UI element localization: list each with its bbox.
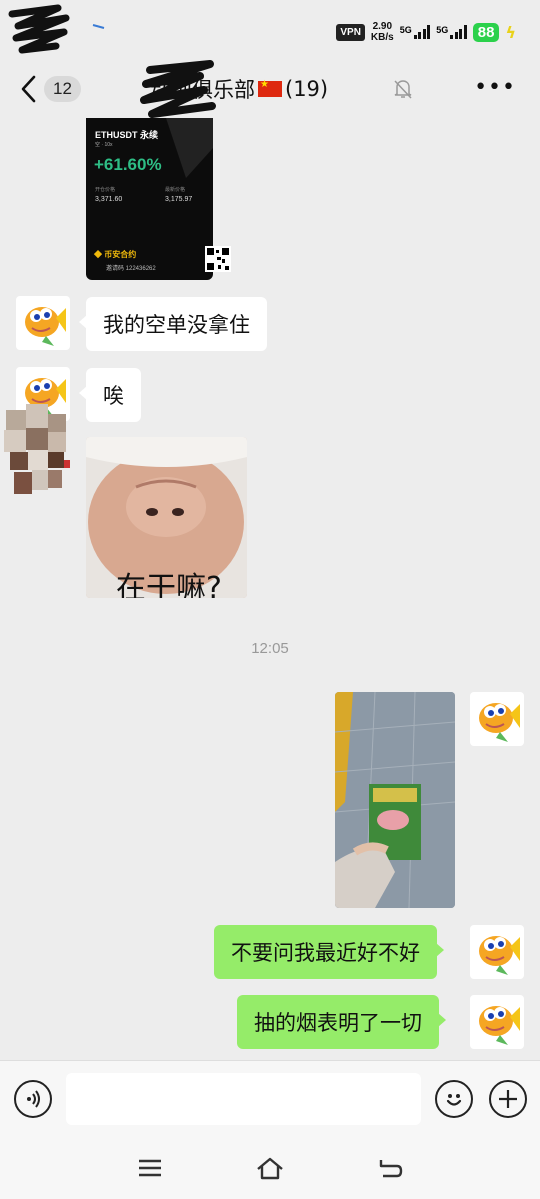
- speed-value: 2.90: [372, 21, 393, 32]
- network-speed: 2.90 KB/s: [371, 21, 394, 43]
- redaction-scribble: [8, 4, 70, 54]
- cigarette-pack-photo: [335, 692, 455, 908]
- my-avatar[interactable]: [470, 925, 524, 979]
- meme-sticker-image[interactable]: 在干嘛?: [86, 437, 247, 598]
- speed-unit: KB/s: [370, 32, 394, 43]
- brand-name: 币安合约: [104, 250, 137, 259]
- plus-icon: [499, 1090, 517, 1108]
- unread-count-badge: 12: [44, 76, 81, 102]
- message-timestamp: 12:05: [251, 640, 289, 657]
- referral-code: 邀请码 122436262: [106, 266, 156, 272]
- chevron-left-icon: [21, 75, 36, 103]
- back-button[interactable]: 12: [18, 74, 81, 104]
- signal-bars-icon: [450, 25, 467, 39]
- card-decoration: [166, 118, 213, 178]
- message-bubble-incoming[interactable]: 我的空单没拿住: [79, 297, 267, 351]
- sent-photo[interactable]: [335, 692, 455, 908]
- message-input[interactable]: [66, 1073, 421, 1125]
- meme-caption: 在干嘛?: [116, 571, 222, 598]
- pixelated-avatar-redaction: [4, 404, 70, 494]
- qr-code-icon: [205, 246, 231, 272]
- fish-avatar-icon: [479, 703, 520, 742]
- trade-pair: ETHUSDT 永续: [95, 130, 159, 140]
- message-text: 不要问我最近好不好: [231, 941, 420, 965]
- battery-level: 88: [472, 22, 500, 42]
- signal-2: 5G: [436, 25, 467, 39]
- message-bubble-incoming[interactable]: 唉: [79, 368, 141, 422]
- member-count: (19): [285, 77, 329, 101]
- trade-side: 空 · 10x: [95, 142, 113, 148]
- network-type-2: 5G: [436, 25, 449, 35]
- vpn-badge: VPN: [336, 23, 365, 41]
- fish-avatar-icon: [25, 307, 66, 346]
- mute-bell-icon: [394, 80, 412, 99]
- voice-button[interactable]: [14, 1080, 52, 1118]
- chat-screen: VPN 2.90KB/s 5G 5G 88 ϟ 12 动创俱乐部 (19): [0, 0, 540, 1199]
- network-type-1: 5G: [399, 25, 412, 35]
- last-price: 3,175.97: [165, 196, 193, 203]
- plus-button[interactable]: [489, 1080, 527, 1118]
- redaction-mark: [92, 24, 105, 29]
- trade-pnl: +61.60%: [94, 155, 162, 174]
- back-nav-icon[interactable]: [375, 1154, 405, 1182]
- home-nav-icon[interactable]: [255, 1154, 285, 1182]
- message-text: 唉: [103, 384, 124, 408]
- shared-image-trade-card[interactable]: ETHUSDT 永续 空 · 10x +61.60% 开仓价格 3,371.60…: [86, 118, 213, 280]
- system-nav-bar: [0, 1138, 540, 1199]
- status-bar: VPN 2.90 KB/s 5G 5G 88 ϟ: [0, 0, 540, 60]
- emoji-icon: [446, 1094, 462, 1106]
- brand-label: ◆ 币安合约: [94, 250, 137, 259]
- chat-input-bar: [0, 1060, 540, 1138]
- emoji-button[interactable]: [435, 1080, 473, 1118]
- last-price-label: 最新价格: [165, 187, 186, 193]
- entry-price: 3,371.60: [95, 196, 123, 203]
- charging-icon: ϟ: [505, 22, 516, 42]
- menu-nav-icon[interactable]: [135, 1154, 165, 1182]
- fish-avatar-icon: [479, 936, 520, 975]
- my-avatar[interactable]: [470, 692, 524, 746]
- message-text: 我的空单没拿住: [103, 313, 250, 337]
- message-bubble-outgoing[interactable]: 不要问我最近好不好: [214, 925, 444, 979]
- china-flag-icon: [258, 79, 282, 97]
- more-icon[interactable]: •••: [474, 77, 516, 99]
- message-text: 抽的烟表明了一切: [254, 1011, 422, 1035]
- signal-bars-icon: [413, 25, 431, 39]
- voice-icon: [27, 1090, 40, 1108]
- sender-avatar[interactable]: [16, 296, 70, 350]
- signal-1: 5G: [400, 25, 431, 39]
- fish-avatar-icon: [479, 1006, 520, 1045]
- qr-pattern: [207, 248, 229, 270]
- redaction-scribble: [140, 60, 216, 118]
- chat-header: 12 动创俱乐部 (19) •••: [0, 60, 540, 118]
- my-avatar[interactable]: [470, 995, 524, 1049]
- entry-price-label: 开仓价格: [95, 187, 116, 193]
- message-bubble-outgoing[interactable]: 抽的烟表明了一切: [237, 995, 446, 1049]
- status-icons: VPN 2.90 KB/s 5G 5G 88 ϟ: [336, 18, 516, 46]
